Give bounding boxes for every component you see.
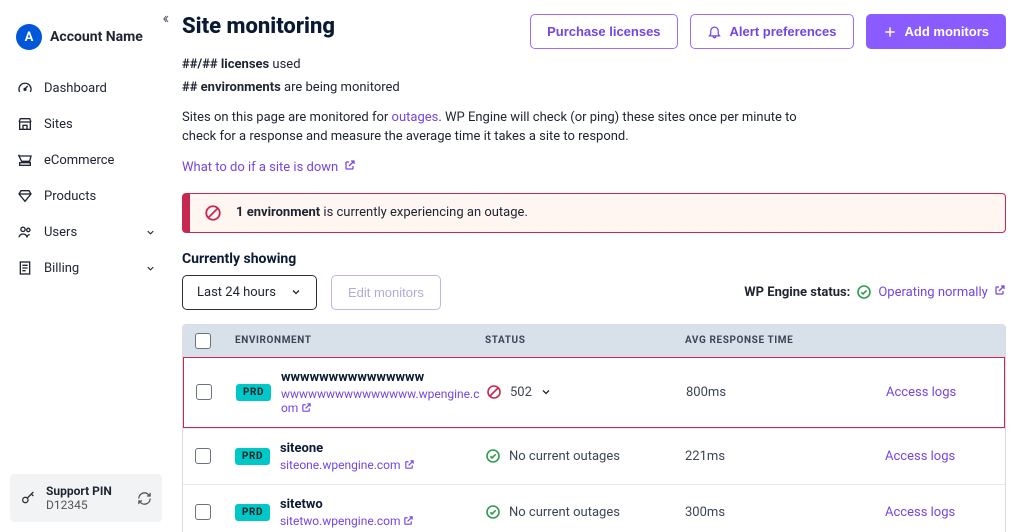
ban-icon: [204, 204, 222, 222]
env-url-link[interactable]: siteone.wpengine.com: [280, 458, 415, 472]
chevron-down-icon[interactable]: [540, 386, 552, 398]
env-url-link[interactable]: sitetwo.wpengine.com: [280, 514, 415, 528]
sidebar-item-label: Users: [44, 225, 77, 240]
select-all-checkbox[interactable]: [195, 333, 211, 349]
sidebar-item-billing[interactable]: Billing: [0, 250, 172, 286]
access-logs-link[interactable]: Access logs: [885, 505, 955, 520]
currently-showing-label: Currently showing: [182, 251, 1006, 267]
access-logs-link[interactable]: Access logs: [885, 449, 955, 464]
sidebar-item-users[interactable]: Users: [0, 214, 172, 250]
main: Site monitoring Purchase licenses Alert …: [172, 0, 1024, 532]
support-pin-label: Support PIN: [46, 484, 112, 498]
outages-link[interactable]: outages: [392, 110, 439, 125]
invoice-icon: [16, 260, 34, 276]
chevron-down-icon: [290, 286, 302, 298]
env-name: sitetwo: [280, 497, 415, 512]
table-row: PRD siteone siteone.wpengine.com No curren…: [183, 428, 1005, 484]
nav-list: Dashboard Sites eCommerce Products Users Bill…: [0, 70, 172, 286]
check-circle-icon: [485, 504, 501, 520]
sidebar-item-sites[interactable]: Sites: [0, 106, 172, 142]
col-status: STATUS: [485, 335, 685, 346]
env-url-link[interactable]: wwwwwwwwwwwwwww.wpengine.com: [281, 387, 486, 415]
table-header: ENVIRONMENT STATUS AVG RESPONSE TIME: [183, 325, 1005, 357]
env-badge: PRD: [235, 448, 270, 465]
env-line: ## environments are being monitored: [182, 80, 1006, 95]
avatar: A: [16, 24, 42, 50]
alert-preferences-button[interactable]: Alert preferences: [690, 14, 854, 49]
page-title: Site monitoring: [182, 14, 335, 39]
external-link-icon: [344, 160, 356, 174]
status-cell: No current outages: [485, 504, 685, 520]
sidebar-item-products[interactable]: Products: [0, 178, 172, 214]
sidebar-item-label: Products: [44, 189, 96, 204]
add-monitors-button[interactable]: Add monitors: [866, 14, 1007, 49]
cart-icon: [16, 152, 34, 168]
sidebar-item-label: Sites: [44, 117, 73, 132]
outage-alert: 1 environment is currently experiencing …: [182, 193, 1006, 233]
sidebar-item-dashboard[interactable]: Dashboard: [0, 70, 172, 106]
response-time: 221ms: [685, 449, 885, 464]
check-circle-icon: [485, 448, 501, 464]
sidebar-item-ecommerce[interactable]: eCommerce: [0, 142, 172, 178]
ban-icon: [486, 384, 502, 400]
env-name: siteone: [280, 441, 415, 456]
external-link-icon: [301, 401, 312, 415]
time-range-select[interactable]: Last 24 hours: [182, 275, 317, 310]
external-link-icon: [994, 285, 1006, 299]
collapse-sidebar-icon[interactable]: ‹‹: [162, 8, 166, 27]
account-block[interactable]: A Account Name: [0, 10, 172, 70]
purchase-licenses-button[interactable]: Purchase licenses: [530, 14, 677, 49]
sidebar-item-label: Billing: [44, 261, 79, 276]
chevron-down-icon: [145, 227, 156, 238]
licenses-line: ##/## licenses used: [182, 57, 1006, 72]
monitor-table: ENVIRONMENT STATUS AVG RESPONSE TIME PRD…: [182, 324, 1006, 532]
sidebar: ‹‹ A Account Name Dashboard Sites eCommerc…: [0, 0, 172, 532]
col-rt: AVG RESPONSE TIME: [685, 335, 885, 346]
account-name: Account Name: [50, 29, 143, 45]
storefront-icon: [16, 116, 34, 132]
row-checkbox[interactable]: [195, 448, 211, 464]
users-icon: [16, 224, 34, 240]
sidebar-item-label: Dashboard: [44, 81, 107, 96]
chevron-down-icon: [145, 263, 156, 274]
speed-icon: [16, 80, 34, 96]
external-link-icon: [403, 514, 414, 528]
sidebar-item-label: eCommerce: [44, 153, 114, 168]
row-checkbox[interactable]: [195, 504, 211, 520]
row-checkbox[interactable]: [196, 384, 212, 400]
access-logs-link[interactable]: Access logs: [886, 385, 956, 400]
page-description: Sites on this page are monitored for out…: [182, 109, 822, 147]
diamond-icon: [16, 188, 34, 204]
external-link-icon: [404, 458, 415, 472]
support-pin-value: D12345: [46, 498, 112, 512]
key-icon: [20, 490, 36, 506]
response-time: 800ms: [686, 385, 886, 400]
refresh-icon[interactable]: [137, 491, 152, 506]
env-badge: PRD: [235, 504, 270, 521]
env-name: wwwwwwwwwwwwwww: [281, 370, 486, 385]
table-row: PRD wwwwwwwwwwwwwww wwwwwwwwwwwwwww.wpengi…: [183, 357, 1005, 428]
engine-status-link[interactable]: Operating normally: [878, 284, 1006, 300]
bell-icon: [707, 24, 722, 39]
check-circle-icon: [856, 284, 872, 300]
engine-status: WP Engine status: Operating normally: [744, 284, 1006, 300]
response-time: 300ms: [685, 505, 885, 520]
plus-icon: [883, 25, 897, 39]
table-row: PRD sitetwo sitetwo.wpengine.com No curren…: [183, 484, 1005, 532]
edit-monitors-button[interactable]: Edit monitors: [331, 275, 441, 310]
env-badge: PRD: [236, 384, 271, 401]
col-env: ENVIRONMENT: [235, 335, 485, 346]
status-cell: 502: [486, 384, 686, 400]
support-pin-card: Support PIN D12345: [10, 474, 162, 522]
status-cell: No current outages: [485, 448, 685, 464]
help-link[interactable]: What to do if a site is down: [182, 160, 356, 175]
